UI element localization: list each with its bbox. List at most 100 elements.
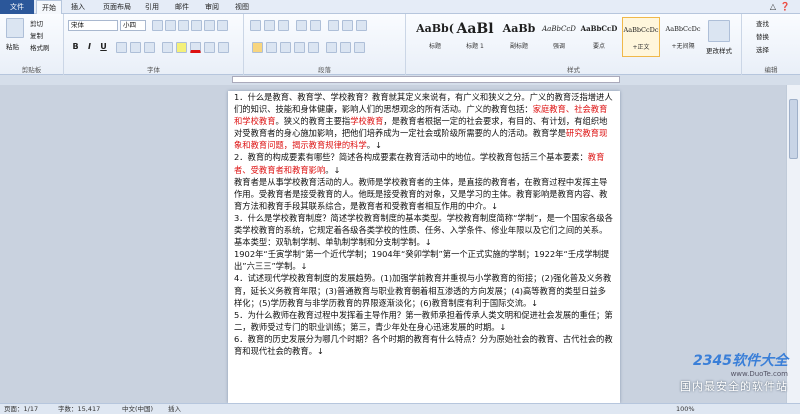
style-sample: AaBb bbox=[502, 22, 536, 35]
document-content[interactable]: 1．什么是教育、教育学、学校教育？教育就其定义来说有，有广义和狭义之分。广义的教… bbox=[234, 91, 614, 357]
tab-references[interactable]: 引用 bbox=[140, 0, 164, 14]
underline-icon[interactable]: U bbox=[98, 42, 109, 51]
editing-group-label: 编辑 bbox=[764, 66, 778, 74]
tab-home[interactable]: 开始 bbox=[36, 0, 62, 14]
justify-icon[interactable] bbox=[294, 42, 305, 53]
style-item[interactable]: AaBb 副标题 bbox=[500, 17, 538, 57]
style-item[interactable]: AaBbCcDc +无间隔 bbox=[664, 17, 702, 57]
zoom-level[interactable]: 100% bbox=[676, 404, 695, 414]
styles-group-label: 样式 bbox=[567, 66, 580, 74]
font-name-select[interactable]: 宋体 bbox=[68, 20, 118, 31]
sort-icon[interactable] bbox=[342, 20, 353, 31]
document-paragraph[interactable]: 5．为什么教师在教育过程中发挥着主导作用？第一教师承担着传承人类文明和促进社会发… bbox=[234, 309, 614, 333]
paste-icon[interactable] bbox=[6, 18, 24, 38]
multilevel-list-icon[interactable] bbox=[278, 20, 289, 31]
enclose-char-icon[interactable] bbox=[218, 42, 229, 53]
grow-font-icon[interactable] bbox=[152, 20, 163, 31]
insert-mode[interactable]: 插入 bbox=[168, 404, 181, 414]
style-item[interactable]: AaBl 标题 1 bbox=[456, 17, 494, 57]
style-sample: AaBbCcD bbox=[542, 25, 576, 33]
document-paragraph[interactable]: 3．什么是学校教育制度？简述学校教育制度的基本类型。学校教育制度简称“学制”，是… bbox=[234, 212, 614, 248]
align-center-icon[interactable] bbox=[266, 42, 277, 53]
copy-button[interactable]: 复制 bbox=[30, 30, 43, 40]
ruler-track[interactable] bbox=[232, 76, 620, 83]
strikethrough-icon[interactable] bbox=[116, 42, 127, 53]
document-paragraph[interactable]: 教育者是从事学校教育活动的人。教师是学校教育者的主体，是直接的教育者，在教育过程… bbox=[234, 176, 614, 212]
highlighted-text: 学校教育 bbox=[350, 116, 384, 127]
char-border-icon[interactable] bbox=[217, 20, 228, 31]
text-effects-icon[interactable] bbox=[162, 42, 173, 53]
change-case-icon[interactable] bbox=[178, 20, 189, 31]
document-page[interactable]: 1．什么是教育、教育学、学校教育？教育就其定义来说有，有广义和狭义之分。广义的教… bbox=[228, 91, 620, 403]
page-count[interactable]: 页面：1/17 bbox=[4, 404, 38, 414]
document-paragraph[interactable]: 1902年“壬寅学制”第一个近代学制；1904年“癸卯学制”第一个正式实施的学制… bbox=[234, 248, 614, 272]
bold-icon[interactable]: B bbox=[70, 42, 81, 51]
document-paragraph[interactable]: 6．教育的历史发展分为哪几个时期？各个时期的教育有什么特点？分为原始社会的教育、… bbox=[234, 333, 614, 357]
format-painter-button[interactable]: 格式刷 bbox=[30, 42, 50, 52]
char-shading-icon[interactable] bbox=[204, 42, 215, 53]
style-sample: AaBbCcDc bbox=[665, 25, 701, 33]
style-sample: AaBbCcDc bbox=[623, 26, 659, 34]
change-styles-icon[interactable] bbox=[708, 20, 730, 42]
cut-button[interactable]: 剪切 bbox=[30, 18, 43, 28]
ribbon: 粘贴 剪切 复制 格式刷 剪贴板 宋体 小四 B I U 字体 段落 AaBb(… bbox=[0, 14, 800, 75]
tab-file[interactable]: 文件 bbox=[0, 0, 34, 14]
subscript-icon[interactable] bbox=[130, 42, 141, 53]
style-item-selected[interactable]: AaBbCcDc +正文 bbox=[622, 17, 660, 57]
paste-button[interactable]: 粘贴 bbox=[6, 41, 19, 51]
scrollbar-thumb[interactable] bbox=[789, 99, 798, 159]
align-right-icon[interactable] bbox=[280, 42, 291, 53]
tab-review[interactable]: 审阅 bbox=[200, 0, 224, 14]
paragraph-text: 。↓ bbox=[325, 164, 341, 175]
highlight-icon[interactable] bbox=[176, 42, 187, 53]
paragraph-text: 5．为什么教师在教育过程中发挥着主导作用？第一教师承担着传承人类文明和促进社会发… bbox=[234, 309, 613, 332]
italic-icon[interactable]: I bbox=[84, 42, 95, 51]
paragraph-text: 。狭义的教育主要指 bbox=[275, 116, 351, 127]
chinese-layout-icon[interactable] bbox=[328, 20, 339, 31]
change-styles-button[interactable]: 更改样式 bbox=[706, 45, 732, 55]
document-paragraph[interactable]: 2．教育的构成要素有哪些？简述各构成要素在教育活动中的地位。学校教育包括三个基本… bbox=[234, 151, 614, 175]
line-spacing-icon[interactable] bbox=[326, 42, 337, 53]
window-controls[interactable]: △❓ bbox=[770, 2, 794, 11]
numbering-icon[interactable] bbox=[264, 20, 275, 31]
select-button[interactable]: 选择 bbox=[756, 44, 769, 54]
show-marks-icon[interactable] bbox=[356, 20, 367, 31]
clear-format-icon[interactable] bbox=[191, 20, 202, 31]
replace-button[interactable]: 替换 bbox=[756, 31, 769, 41]
document-paragraph[interactable]: 1．什么是教育、教育学、学校教育？教育就其定义来说有，有广义和狭义之分。广义的教… bbox=[234, 91, 614, 151]
find-button[interactable]: 查找 bbox=[756, 18, 769, 28]
phonetic-guide-icon[interactable] bbox=[204, 20, 215, 31]
vertical-scrollbar[interactable] bbox=[786, 85, 800, 403]
watermark-brand: 2345软件大全 bbox=[693, 353, 788, 369]
language-indicator[interactable]: 中文(中国) bbox=[122, 404, 153, 414]
tab-insert[interactable]: 插入 bbox=[66, 0, 90, 14]
paragraph-group: 段落 bbox=[244, 14, 406, 75]
styles-group: AaBb(标题 AaBl 标题 1 AaBb 副标题 AaBbCcD 强调 AaBbC… bbox=[406, 14, 742, 75]
shading-icon[interactable] bbox=[340, 42, 351, 53]
tab-mailings[interactable]: 邮件 bbox=[170, 0, 194, 14]
tab-page-layout[interactable]: 页面布局 bbox=[98, 0, 136, 14]
font-color-icon[interactable] bbox=[190, 42, 201, 53]
distributed-icon[interactable] bbox=[308, 42, 319, 53]
bullets-icon[interactable] bbox=[250, 20, 261, 31]
watermark-url: www.DuoTe.com bbox=[730, 370, 788, 378]
increase-indent-icon[interactable] bbox=[310, 20, 321, 31]
superscript-icon[interactable] bbox=[144, 42, 155, 53]
font-group: 宋体 小四 B I U 字体 bbox=[64, 14, 244, 75]
tab-view[interactable]: 视图 bbox=[230, 0, 254, 14]
decrease-indent-icon[interactable] bbox=[296, 20, 307, 31]
style-item[interactable]: AaBbCcD 强调 bbox=[540, 17, 578, 57]
shrink-font-icon[interactable] bbox=[165, 20, 176, 31]
clipboard-group: 粘贴 剪切 复制 格式刷 剪贴板 bbox=[0, 14, 64, 75]
style-item[interactable]: AaBbCcD 要点 bbox=[580, 17, 618, 57]
style-name: 强调 bbox=[552, 43, 565, 50]
status-bar: 页面：1/17 字数：15,417 中文(中国) 插入 100% bbox=[0, 403, 800, 414]
style-item[interactable]: AaBb(标题 bbox=[416, 17, 454, 57]
align-left-icon[interactable] bbox=[252, 42, 263, 53]
watermark: 2345软件大全 www.DuoTe.com 国内最安全的软件站 bbox=[638, 350, 788, 394]
style-sample: AaBb( bbox=[416, 22, 454, 35]
document-paragraph[interactable]: 4．试述现代学校教育制度的发展趋势。(1)加强学前教育并重视与小学教育的衔接；(… bbox=[234, 272, 614, 308]
word-count[interactable]: 字数：15,417 bbox=[58, 404, 100, 414]
borders-icon[interactable] bbox=[354, 42, 365, 53]
font-size-select[interactable]: 小四 bbox=[120, 20, 146, 31]
